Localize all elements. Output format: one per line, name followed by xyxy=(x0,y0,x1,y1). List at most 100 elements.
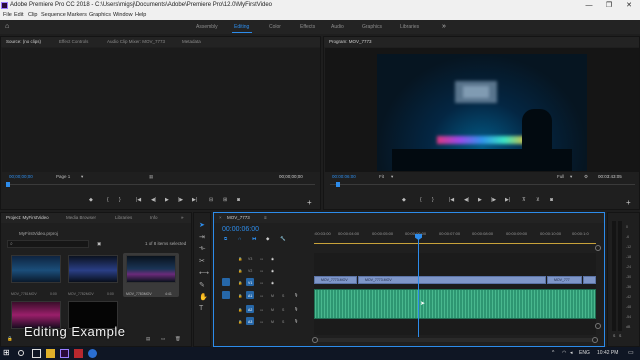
search-input[interactable]: ⌕ xyxy=(7,240,89,248)
quality-selector[interactable]: Full xyxy=(557,174,564,179)
insert-nest-icon[interactable]: ⧉ xyxy=(224,236,227,241)
solo-button[interactable]: S xyxy=(282,294,284,298)
menu-sequence[interactable]: Sequence xyxy=(41,11,66,20)
microphone-icon[interactable]: 🎙 xyxy=(294,307,298,311)
source-playhead[interactable] xyxy=(6,182,10,187)
track-select-tool-icon[interactable]: ⇥ xyxy=(199,233,205,241)
program-timecode[interactable]: 00:00:06:00 xyxy=(332,174,356,179)
task-view-icon[interactable] xyxy=(32,349,41,358)
insert-icon[interactable]: ⊟ xyxy=(209,197,213,203)
hand-tool-icon[interactable]: ✋ xyxy=(199,293,208,301)
menu-edit[interactable]: Edit xyxy=(14,11,23,20)
video-clip-end[interactable] xyxy=(583,276,596,284)
step-forward-icon[interactable]: |▶ xyxy=(178,197,183,203)
panel-expand-icon[interactable]: » xyxy=(181,213,184,223)
solo-button[interactable]: S xyxy=(282,308,284,312)
zoom-handle-right[interactable] xyxy=(592,337,598,343)
extract-icon[interactable]: ⊻ xyxy=(536,197,540,203)
time-ruler[interactable]: :00:03:00 00:00:04:00 00:00:05:00 00:00:… xyxy=(314,231,596,243)
volume-icon[interactable]: ◂ xyxy=(570,350,573,356)
step-back-icon[interactable]: ◀| xyxy=(464,197,469,203)
workspace-graphics[interactable]: Graphics xyxy=(362,20,382,34)
linked-selection-icon[interactable]: ⧓ xyxy=(252,236,257,242)
tab-effect-controls[interactable]: Effect Controls xyxy=(59,37,88,47)
project-item-thumbnail-selected[interactable] xyxy=(126,255,176,283)
scroll-handle[interactable] xyxy=(595,323,601,329)
go-to-out-icon[interactable]: ▶| xyxy=(192,197,197,203)
marker-icon[interactable]: ◆ xyxy=(402,197,406,203)
mute-button[interactable]: M xyxy=(271,320,274,324)
source-patch-v1[interactable] xyxy=(222,278,230,286)
new-item-icon[interactable]: ▤ xyxy=(146,336,150,342)
ripple-edit-tool-icon[interactable]: ⟛ xyxy=(199,245,205,253)
go-to-in-icon[interactable]: |◀ xyxy=(136,197,141,203)
video-clip[interactable]: MOV_777 xyxy=(547,276,582,284)
workspace-assembly[interactable]: Assembly xyxy=(196,20,218,34)
mute-button[interactable]: M xyxy=(271,308,274,312)
tab-audio-clip-mixer[interactable]: Audio Clip Mixer: MOV_7773 xyxy=(107,37,165,47)
sync-lock-icon[interactable]: ▭ xyxy=(260,257,263,261)
menu-window[interactable]: Window xyxy=(113,11,133,20)
tab-info[interactable]: Info xyxy=(150,213,158,223)
source-scrub-bar[interactable] xyxy=(7,184,315,185)
go-to-in-icon[interactable]: |◀ xyxy=(449,197,454,203)
workspace-effects[interactable]: Effects xyxy=(300,20,315,34)
lock-icon[interactable]: 🔒 xyxy=(238,294,242,298)
mark-out-icon[interactable]: } xyxy=(432,197,434,203)
play-icon[interactable]: ▶ xyxy=(478,197,482,203)
eye-icon[interactable]: ◉ xyxy=(271,257,274,261)
eye-icon[interactable]: ◉ xyxy=(271,281,274,285)
type-tool-icon[interactable]: T xyxy=(199,305,203,312)
network-icon[interactable]: ◠ xyxy=(562,350,566,356)
solo-button[interactable]: S xyxy=(282,320,284,324)
lock-icon[interactable]: 🔒 xyxy=(238,257,242,261)
add-button-icon[interactable]: + xyxy=(307,198,312,207)
selection-tool-icon[interactable]: ➤ xyxy=(199,221,205,229)
workspace-libraries[interactable]: Libraries xyxy=(400,20,419,34)
notifications-icon[interactable]: ▭ xyxy=(628,349,634,356)
tab-project[interactable]: Project: MyFirstVideo xyxy=(6,213,49,223)
source-patch-a1[interactable] xyxy=(222,291,230,299)
lock-icon[interactable]: 🔒 xyxy=(238,281,242,285)
mute-button[interactable]: M xyxy=(271,294,274,298)
trash-icon[interactable]: 🗑 xyxy=(175,336,181,342)
close-button[interactable]: ✕ xyxy=(620,0,638,11)
export-frame-icon[interactable]: ◙ xyxy=(550,197,553,203)
sequence-timecode[interactable]: 00:00:06:00 xyxy=(222,226,259,233)
project-item-thumbnail[interactable] xyxy=(11,255,61,283)
sync-lock-icon[interactable]: ▭ xyxy=(260,281,263,285)
lift-icon[interactable]: ⊼ xyxy=(522,197,526,203)
mark-in-icon[interactable]: { xyxy=(420,197,422,203)
pen-tool-icon[interactable]: ✎ xyxy=(199,281,205,289)
marker-icon[interactable]: ◆ xyxy=(89,197,93,203)
tab-sequence[interactable]: MOV_7773 xyxy=(227,213,250,223)
sync-lock-icon[interactable]: ▭ xyxy=(260,269,263,273)
tab-source[interactable]: Source: (no clips) xyxy=(6,37,41,47)
more-workspaces-button[interactable]: » xyxy=(442,20,446,34)
solo-button[interactable]: S xyxy=(613,334,615,338)
program-scrub-bar[interactable] xyxy=(330,184,635,185)
snap-icon[interactable]: ∩ xyxy=(238,236,241,241)
slip-tool-icon[interactable]: ⟷ xyxy=(199,269,209,277)
chevron-down-icon[interactable]: ▾ xyxy=(391,174,393,180)
mark-in-icon[interactable]: { xyxy=(107,197,109,203)
horizontal-scrollbar[interactable] xyxy=(314,338,596,342)
chevron-down-icon[interactable]: ▾ xyxy=(81,174,83,180)
work-area-bar[interactable] xyxy=(314,243,596,244)
mark-out-icon[interactable]: } xyxy=(119,197,121,203)
maximize-button[interactable]: ❐ xyxy=(600,0,618,11)
play-icon[interactable]: ▶ xyxy=(165,197,169,203)
taskbar-clock[interactable]: 10:42 PM xyxy=(597,350,618,356)
search-icon[interactable] xyxy=(18,350,24,356)
language-indicator[interactable]: ENG xyxy=(579,350,590,356)
minimize-button[interactable]: — xyxy=(580,0,598,11)
lock-icon[interactable]: 🔒 xyxy=(238,320,242,324)
project-item-thumbnail[interactable] xyxy=(68,255,118,283)
audio-clip[interactable] xyxy=(314,289,596,319)
tab-libraries[interactable]: Libraries xyxy=(115,213,132,223)
chevron-up-icon[interactable]: ^ xyxy=(552,350,554,356)
sync-lock-icon[interactable]: ▭ xyxy=(260,294,263,298)
settings-toggle-icon[interactable]: ▦ xyxy=(149,174,153,180)
scroll-handle[interactable] xyxy=(595,245,601,251)
add-marker-icon[interactable]: ◆ xyxy=(266,236,269,242)
